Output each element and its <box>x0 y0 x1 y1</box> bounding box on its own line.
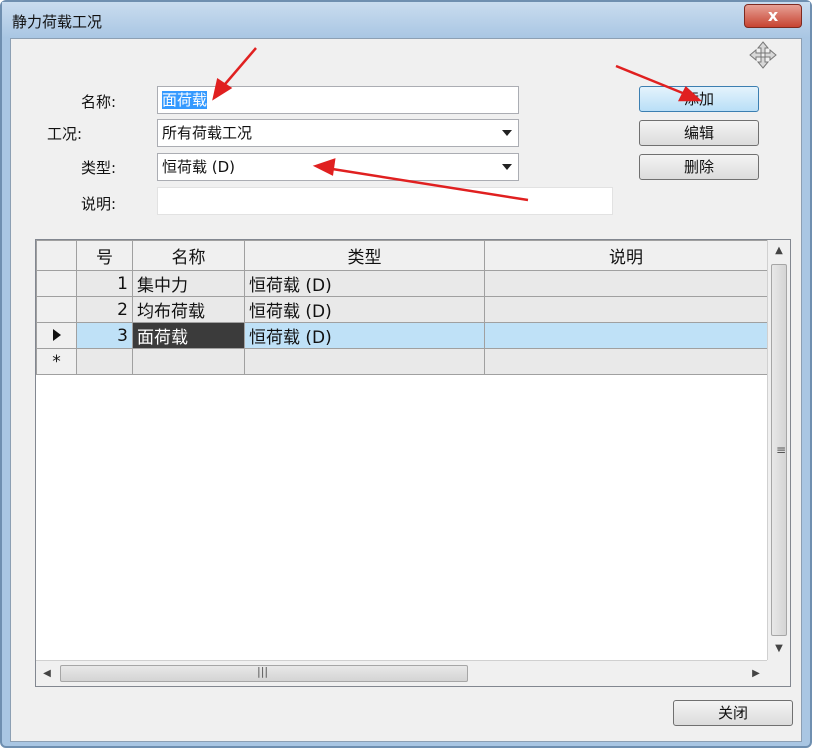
cell-type[interactable]: 恒荷载 (D) <box>244 322 485 349</box>
type-select[interactable]: 恒荷载 (D) <box>157 153 519 181</box>
horizontal-scroll-thumb[interactable]: ||| <box>60 665 468 682</box>
header-row: 号 名称 类型 说明 <box>36 240 768 271</box>
table-row[interactable]: 2 均布荷载 恒荷载 (D) <box>36 296 768 323</box>
chevron-down-icon <box>502 130 512 136</box>
description-label: 说明: <box>81 195 117 213</box>
type-select-value: 恒荷载 (D) <box>162 158 236 176</box>
dialog-client-area: 名称: 面荷载 工况: 所有荷载工况 类型: 恒荷载 (D) 说明: 添加 编辑… <box>10 38 802 742</box>
vertical-scroll-thumb[interactable]: ≡ <box>771 264 787 636</box>
cell-number[interactable] <box>76 348 133 375</box>
delete-button[interactable]: 删除 <box>639 154 759 180</box>
row-selector[interactable] <box>36 270 77 297</box>
scroll-up-icon[interactable]: ▲ <box>768 240 790 262</box>
case-label: 工况: <box>47 125 83 143</box>
row-selector[interactable] <box>36 322 77 349</box>
name-input[interactable]: 面荷载 <box>157 86 519 114</box>
column-header-description[interactable]: 说明 <box>484 240 768 271</box>
row-header-corner <box>36 240 77 271</box>
move-icon[interactable] <box>749 41 777 69</box>
current-row-arrow-icon <box>52 328 61 341</box>
load-case-table: 号 名称 类型 说明 1 集中力 恒荷载 (D) 2 均布荷载 恒荷载 (D) <box>36 240 768 375</box>
dialog-window: 静力荷载工况 x 名称: 面荷载 工况: 所有荷载工况 类型: 恒荷载 (D) … <box>0 0 812 748</box>
cell-type[interactable]: 恒荷载 (D) <box>244 296 485 323</box>
cell-name[interactable]: 均布荷载 <box>132 296 245 323</box>
cell-type[interactable]: 恒荷载 (D) <box>244 270 485 297</box>
column-header-name[interactable]: 名称 <box>132 240 245 271</box>
add-button[interactable]: 添加 <box>639 86 759 112</box>
close-button[interactable]: 关闭 <box>673 700 793 726</box>
new-row-marker[interactable]: * <box>36 348 77 375</box>
cell-description[interactable] <box>484 348 768 375</box>
cell-name[interactable]: 面荷载 <box>132 322 245 349</box>
scrollbar-corner <box>767 660 790 686</box>
load-case-grid[interactable]: 号 名称 类型 说明 1 集中力 恒荷载 (D) 2 均布荷载 恒荷载 (D) <box>35 239 791 687</box>
chevron-down-icon <box>502 164 512 170</box>
edit-button[interactable]: 编辑 <box>639 120 759 146</box>
horizontal-scrollbar[interactable]: ◀ ||| ▶ <box>36 660 767 686</box>
column-header-type[interactable]: 类型 <box>244 240 485 271</box>
vertical-scrollbar[interactable]: ▲ ≡ ▼ <box>767 240 790 660</box>
grip-icon: ||| <box>257 665 269 678</box>
scroll-down-icon[interactable]: ▼ <box>768 638 790 660</box>
case-select[interactable]: 所有荷载工况 <box>157 119 519 147</box>
window-title: 静力荷载工况 <box>12 13 103 31</box>
case-select-value: 所有荷载工况 <box>162 124 253 142</box>
description-input[interactable] <box>157 187 613 215</box>
cell-description[interactable] <box>484 270 768 297</box>
cell-number[interactable]: 1 <box>76 270 133 297</box>
cell-description[interactable] <box>484 296 768 323</box>
cell-name[interactable]: 集中力 <box>132 270 245 297</box>
title-bar[interactable]: 静力荷载工况 x <box>2 2 810 38</box>
scroll-right-icon[interactable]: ▶ <box>745 661 767 686</box>
table-row[interactable]: 1 集中力 恒荷载 (D) <box>36 270 768 297</box>
scroll-left-icon[interactable]: ◀ <box>36 661 58 686</box>
new-row[interactable]: * <box>36 348 768 375</box>
grip-icon: ≡ <box>776 443 787 457</box>
cell-number[interactable]: 2 <box>76 296 133 323</box>
cell-description[interactable] <box>484 322 768 349</box>
cell-type[interactable] <box>244 348 485 375</box>
type-label: 类型: <box>81 159 117 177</box>
row-selector[interactable] <box>36 296 77 323</box>
table-row-current[interactable]: 3 面荷载 恒荷载 (D) <box>36 322 768 349</box>
cell-name[interactable] <box>132 348 245 375</box>
cell-number[interactable]: 3 <box>76 322 133 349</box>
name-label: 名称: <box>81 93 117 111</box>
name-input-selected-text: 面荷载 <box>162 91 208 109</box>
column-header-number[interactable]: 号 <box>76 240 133 271</box>
close-window-button[interactable]: x <box>744 4 802 28</box>
